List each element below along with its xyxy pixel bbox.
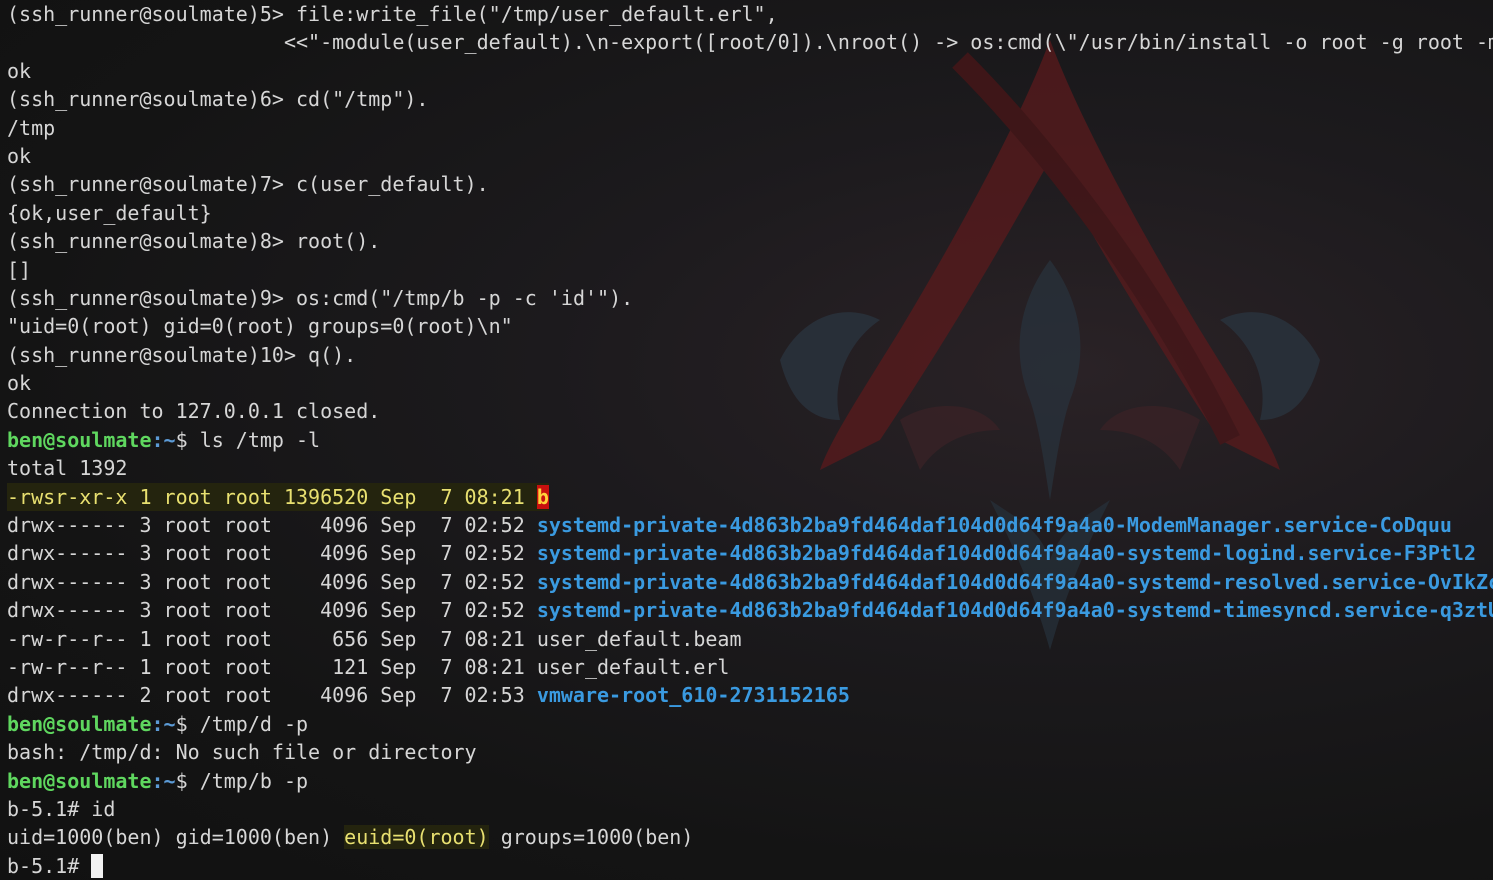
- output-text: {ok,user_default}: [7, 200, 212, 225]
- terminal-line: drwx------ 2 root root 4096 Sep 7 02:53 …: [7, 681, 1493, 709]
- prompt-path: :~: [151, 427, 176, 452]
- ls-meta: drwx------ 3 root root 4096 Sep 7 02:52: [7, 598, 525, 623]
- terminal-line: drwx------ 3 root root 4096 Sep 7 02:52 …: [7, 539, 1493, 567]
- directory-name: systemd-private-4d863b2ba9fd464daf104d0d…: [536, 598, 1493, 623]
- ls-meta: drwx------ 3 root root 4096 Sep 7 02:52: [7, 569, 525, 594]
- terminal-line: -rw-r--r-- 1 root root 656 Sep 7 08:21 u…: [7, 625, 1493, 653]
- euid-highlight[interactable]: euid=0(root): [344, 825, 489, 850]
- erlang-prompt: (ssh_runner@soulmate)10>: [7, 342, 296, 367]
- selected-ls-entry[interactable]: -rwsr-xr-x 1 root root 1396520 Sep 7 08:…: [7, 482, 549, 512]
- output-text: /tmp: [7, 115, 56, 140]
- output-text: Connection to 127.0.0.1 closed.: [7, 399, 381, 424]
- terminal-line: total 1392: [7, 454, 1493, 482]
- command-text: /tmp/b -p: [199, 768, 309, 793]
- ls-meta: -rw-r--r-- 1 root root 121 Sep 7 08:21: [7, 654, 525, 679]
- output-text: ok: [7, 143, 32, 168]
- output-text: b-5.1# id: [7, 796, 116, 821]
- command-text: file:write_file("/tmp/user_default.erl",: [296, 2, 778, 26]
- terminal-line: /tmp: [7, 114, 1493, 142]
- terminal-line: ok: [7, 57, 1493, 85]
- command-text: ls /tmp -l: [199, 427, 321, 452]
- prompt-user-host: ben@soulmate: [7, 427, 152, 452]
- ls-meta: -rw-r--r-- 1 root root 656 Sep 7 08:21: [7, 626, 525, 651]
- ls-meta: -rwsr-xr-x 1 root root 1396520 Sep 7 08:…: [7, 484, 525, 509]
- terminal-line: "uid=0(root) gid=0(root) groups=0(root)\…: [7, 312, 1493, 340]
- id-output: uid=1000(ben) gid=1000(ben): [7, 825, 333, 850]
- prompt-user-host: ben@soulmate: [7, 711, 152, 736]
- terminal-line: (ssh_runner@soulmate)5> file:write_file(…: [7, 0, 1493, 28]
- file-name: user_default.erl: [536, 654, 730, 679]
- prompt-symbol: $: [175, 427, 188, 452]
- terminal-line: bash: /tmp/d: No such file or directory: [7, 738, 1493, 766]
- terminal-line: ben@soulmate:~$ ls /tmp -l: [7, 426, 1493, 454]
- terminal-window[interactable]: (ssh_runner@soulmate)5> file:write_file(…: [0, 0, 1493, 880]
- output-text: ok: [7, 371, 32, 396]
- prompt-path: :~: [151, 711, 176, 736]
- prompt-user-host: ben@soulmate: [7, 768, 152, 793]
- terminal-line: ben@soulmate:~$ /tmp/d -p: [7, 710, 1493, 738]
- erlang-prompt: (ssh_runner@soulmate)7>: [7, 172, 284, 197]
- output-text: <<"-module(user_default).\n-export([root…: [7, 30, 1493, 55]
- terminal-line: drwx------ 3 root root 4096 Sep 7 02:52 …: [7, 511, 1493, 539]
- command-text: root().: [296, 229, 381, 254]
- terminal-line: ok: [7, 369, 1493, 397]
- terminal-line: (ssh_runner@soulmate)9> os:cmd("/tmp/b -…: [7, 284, 1493, 312]
- terminal-line: <<"-module(user_default).\n-export([root…: [7, 28, 1493, 56]
- erlang-prompt: (ssh_runner@soulmate)8>: [7, 229, 284, 254]
- output-text: total 1392: [7, 456, 128, 481]
- terminal-line: (ssh_runner@soulmate)8> root().: [7, 227, 1493, 255]
- terminal-output[interactable]: (ssh_runner@soulmate)5> file:write_file(…: [0, 0, 1493, 880]
- terminal-line: (ssh_runner@soulmate)10> q().: [7, 341, 1493, 369]
- command-text: cd("/tmp").: [296, 87, 429, 112]
- directory-name: systemd-private-4d863b2ba9fd464daf104d0d…: [536, 541, 1477, 566]
- prompt-symbol: $: [175, 711, 188, 736]
- output-text: bash: /tmp/d: No such file or directory: [7, 740, 477, 765]
- terminal-line: -rwsr-xr-x 1 root root 1396520 Sep 7 08:…: [7, 482, 1493, 512]
- directory-name: systemd-private-4d863b2ba9fd464daf104d0d…: [536, 513, 1452, 538]
- command-text: q().: [308, 342, 357, 367]
- prompt-symbol: $: [175, 768, 188, 793]
- id-output: groups=1000(ben): [500, 825, 694, 850]
- erlang-prompt: (ssh_runner@soulmate)5>: [7, 2, 284, 26]
- prompt-path: :~: [151, 768, 176, 793]
- terminal-line: drwx------ 3 root root 4096 Sep 7 02:52 …: [7, 596, 1493, 624]
- file-name: user_default.beam: [536, 626, 742, 651]
- terminal-line: (ssh_runner@soulmate)6> cd("/tmp").: [7, 85, 1493, 113]
- suid-file-name: b: [536, 484, 549, 509]
- terminal-line: []: [7, 256, 1493, 284]
- directory-name: systemd-private-4d863b2ba9fd464daf104d0d…: [536, 569, 1493, 594]
- terminal-line: b-5.1# id: [7, 795, 1493, 823]
- terminal-line: drwx------ 3 root root 4096 Sep 7 02:52 …: [7, 568, 1493, 596]
- command-text: c(user_default).: [296, 172, 489, 197]
- command-text: /tmp/d -p: [199, 711, 309, 736]
- terminal-line: Connection to 127.0.0.1 closed.: [7, 397, 1493, 425]
- terminal-line: -rw-r--r-- 1 root root 121 Sep 7 08:21 u…: [7, 653, 1493, 681]
- ls-meta: drwx------ 3 root root 4096 Sep 7 02:52: [7, 541, 525, 566]
- ls-meta: drwx------ 3 root root 4096 Sep 7 02:52: [7, 513, 525, 538]
- output-text: "uid=0(root) gid=0(root) groups=0(root)\…: [7, 314, 513, 339]
- erlang-prompt: (ssh_runner@soulmate)6>: [7, 87, 284, 112]
- terminal-line: {ok,user_default}: [7, 199, 1493, 227]
- directory-name: vmware-root_610-2731152165: [536, 683, 850, 708]
- terminal-line: ok: [7, 142, 1493, 170]
- output-text: []: [7, 257, 32, 282]
- terminal-line: uid=1000(ben) gid=1000(ben) euid=0(root)…: [7, 823, 1493, 851]
- command-text: os:cmd("/tmp/b -p -c 'id'").: [296, 285, 634, 310]
- ls-meta: drwx------ 2 root root 4096 Sep 7 02:53: [7, 683, 525, 708]
- terminal-line: ben@soulmate:~$ /tmp/b -p: [7, 767, 1493, 795]
- output-text: ok: [7, 58, 32, 83]
- erlang-prompt: (ssh_runner@soulmate)9>: [7, 285, 284, 310]
- terminal-line: b-5.1#: [7, 852, 1493, 880]
- terminal-line: (ssh_runner@soulmate)7> c(user_default).: [7, 170, 1493, 198]
- terminal-cursor[interactable]: [91, 853, 104, 878]
- shell-prompt: b-5.1#: [7, 853, 80, 878]
